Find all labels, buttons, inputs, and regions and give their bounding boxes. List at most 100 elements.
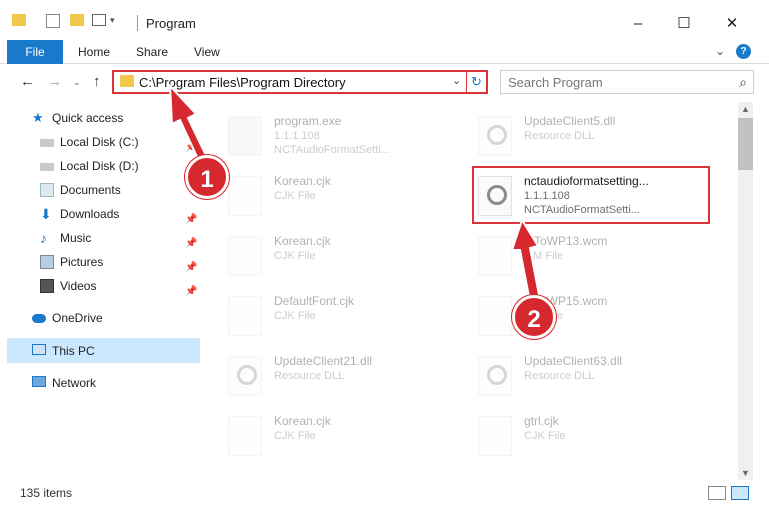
customize-toolbar-icon[interactable] <box>92 14 106 26</box>
pin-icon[interactable]: 📌 <box>185 286 197 297</box>
up-arrow-icon[interactable]: ↑ <box>93 73 101 90</box>
exe-file-icon <box>228 116 262 156</box>
folder-icon <box>12 14 26 26</box>
status-bar: 135 items <box>0 480 769 518</box>
pin-icon[interactable]: 📌 <box>185 142 197 153</box>
chevron-down-icon[interactable]: ⌄ <box>715 44 725 58</box>
scroll-thumb[interactable] <box>738 118 753 170</box>
file-name: Korean.cjk <box>274 174 331 188</box>
step-1-badge: 1 <box>185 155 229 199</box>
file-item[interactable]: gtrl.cjk CJK File <box>452 406 682 462</box>
pin-icon[interactable]: 📌 <box>185 238 197 249</box>
tab-view[interactable]: View <box>194 40 220 64</box>
recent-locations-icon[interactable]: ⌄ <box>73 77 81 88</box>
file-type: CJK File <box>274 430 316 442</box>
gear-icon <box>487 365 507 385</box>
sidebar-item-label: Quick access <box>52 111 124 125</box>
cloud-icon <box>32 314 46 323</box>
documents-icon <box>40 183 54 197</box>
scroll-down-icon[interactable]: ▼ <box>741 468 750 478</box>
file-icon <box>228 176 262 216</box>
sidebar-item-label: Network <box>52 376 97 390</box>
file-name: UpdateClient63.dll <box>524 354 623 368</box>
sidebar-item-label: Music <box>60 231 92 245</box>
file-name: gtrl.cjk <box>524 414 559 428</box>
file-type: Resource DLL <box>524 130 595 142</box>
step-2-badge: 2 <box>512 295 556 339</box>
chevron-down-icon[interactable]: ▾ <box>110 15 115 26</box>
gear-icon <box>237 365 257 385</box>
forward-arrow-icon[interactable]: → <box>47 73 62 90</box>
file-type: Resource DLL <box>274 370 345 382</box>
file-item[interactable]: Korean.cjk CJK File <box>202 406 432 462</box>
file-type: CJK File <box>274 250 316 262</box>
sidebar-item-label: This PC <box>52 344 95 358</box>
file-item[interactable]: DefaultFont.cjk CJK File <box>202 286 432 342</box>
pin-icon[interactable]: 📌 <box>185 262 197 273</box>
vertical-scrollbar[interactable]: ▲ ▼ <box>738 102 753 480</box>
title-bar: ▾ Program – ☐ ✕ <box>0 0 769 40</box>
back-arrow-icon[interactable]: ← <box>20 73 35 90</box>
target-highlight <box>472 166 710 224</box>
search-icon[interactable]: ⌕ <box>739 74 747 91</box>
search-input[interactable]: Search Program ⌕ <box>500 70 754 94</box>
file-item[interactable]: ...ToWP13.wcm ...M File <box>452 226 682 282</box>
file-item[interactable]: Korean.cjk CJK File <box>202 226 432 282</box>
file-icon <box>478 296 512 336</box>
file-icon <box>478 416 512 456</box>
navigation-pane: ★ Quick access Local Disk (C:) 📌 Local D… <box>0 102 202 480</box>
file-icon <box>228 236 262 276</box>
large-icons-view-icon[interactable] <box>731 486 749 500</box>
properties-icon[interactable] <box>46 14 60 28</box>
drive-icon <box>40 163 54 171</box>
details-view-icon[interactable] <box>708 486 726 500</box>
drive-icon <box>40 139 54 147</box>
file-description: NCTAudioFormatSetti... <box>274 144 390 156</box>
help-icon[interactable]: ? <box>736 44 751 59</box>
tab-home[interactable]: Home <box>78 40 110 64</box>
pin-icon[interactable]: 📌 <box>185 214 197 225</box>
tab-share[interactable]: Share <box>136 40 168 64</box>
file-icon <box>228 416 262 456</box>
file-name: DefaultFont.cjk <box>274 294 355 308</box>
file-type: CJK File <box>274 310 316 322</box>
scroll-up-icon[interactable]: ▲ <box>741 104 750 114</box>
maximize-button[interactable]: ☐ <box>669 10 699 38</box>
ribbon: File Home Share View ⌄ ? <box>0 40 769 64</box>
dll-file-icon <box>228 356 262 396</box>
dll-file-icon <box>478 116 512 156</box>
chevron-down-icon[interactable]: ⌄ <box>452 74 461 87</box>
file-name: Korean.cjk <box>274 234 331 248</box>
computer-icon <box>32 344 46 355</box>
music-icon: ♪ <box>40 230 47 246</box>
file-item[interactable]: Korean.cjk CJK File <box>202 166 432 222</box>
window-title: Program <box>146 16 196 31</box>
file-item[interactable]: UpdateClient21.dll Resource DLL <box>202 346 432 402</box>
star-icon: ★ <box>32 110 44 125</box>
file-item[interactable]: program.exe 1.1.1.108 NCTAudioFormatSett… <box>202 106 432 162</box>
file-item[interactable]: ...ToWP15.wcm ...M File <box>452 286 682 342</box>
sidebar-item-label: Documents <box>60 183 121 197</box>
dll-file-icon <box>478 356 512 396</box>
file-item[interactable]: UpdateClient5.dll Resource DLL <box>452 106 682 162</box>
file-icon <box>228 296 262 336</box>
network-icon <box>32 376 46 387</box>
minimize-button[interactable]: – <box>623 10 653 38</box>
refresh-icon[interactable]: ↻ <box>466 72 486 92</box>
videos-icon <box>40 279 54 293</box>
downloads-icon: ⬇ <box>40 206 52 222</box>
address-bar[interactable]: C:\Program Files\Program Directory ⌄ ↻ <box>112 70 488 94</box>
gear-icon <box>487 125 507 145</box>
file-list: program.exe 1.1.1.108 NCTAudioFormatSett… <box>202 102 738 480</box>
new-folder-icon[interactable] <box>70 14 84 26</box>
file-icon <box>478 236 512 276</box>
folder-icon <box>120 75 134 87</box>
file-name: program.exe <box>274 114 342 128</box>
address-path[interactable]: C:\Program Files\Program Directory <box>139 75 346 90</box>
sidebar-item-label: Downloads <box>60 207 120 221</box>
tab-file[interactable]: File <box>7 40 63 64</box>
file-item[interactable]: UpdateClient63.dll Resource DLL <box>452 346 682 402</box>
close-button[interactable]: ✕ <box>717 10 747 38</box>
item-count: 135 items <box>20 486 73 500</box>
sidebar-item-label: Videos <box>60 279 97 293</box>
